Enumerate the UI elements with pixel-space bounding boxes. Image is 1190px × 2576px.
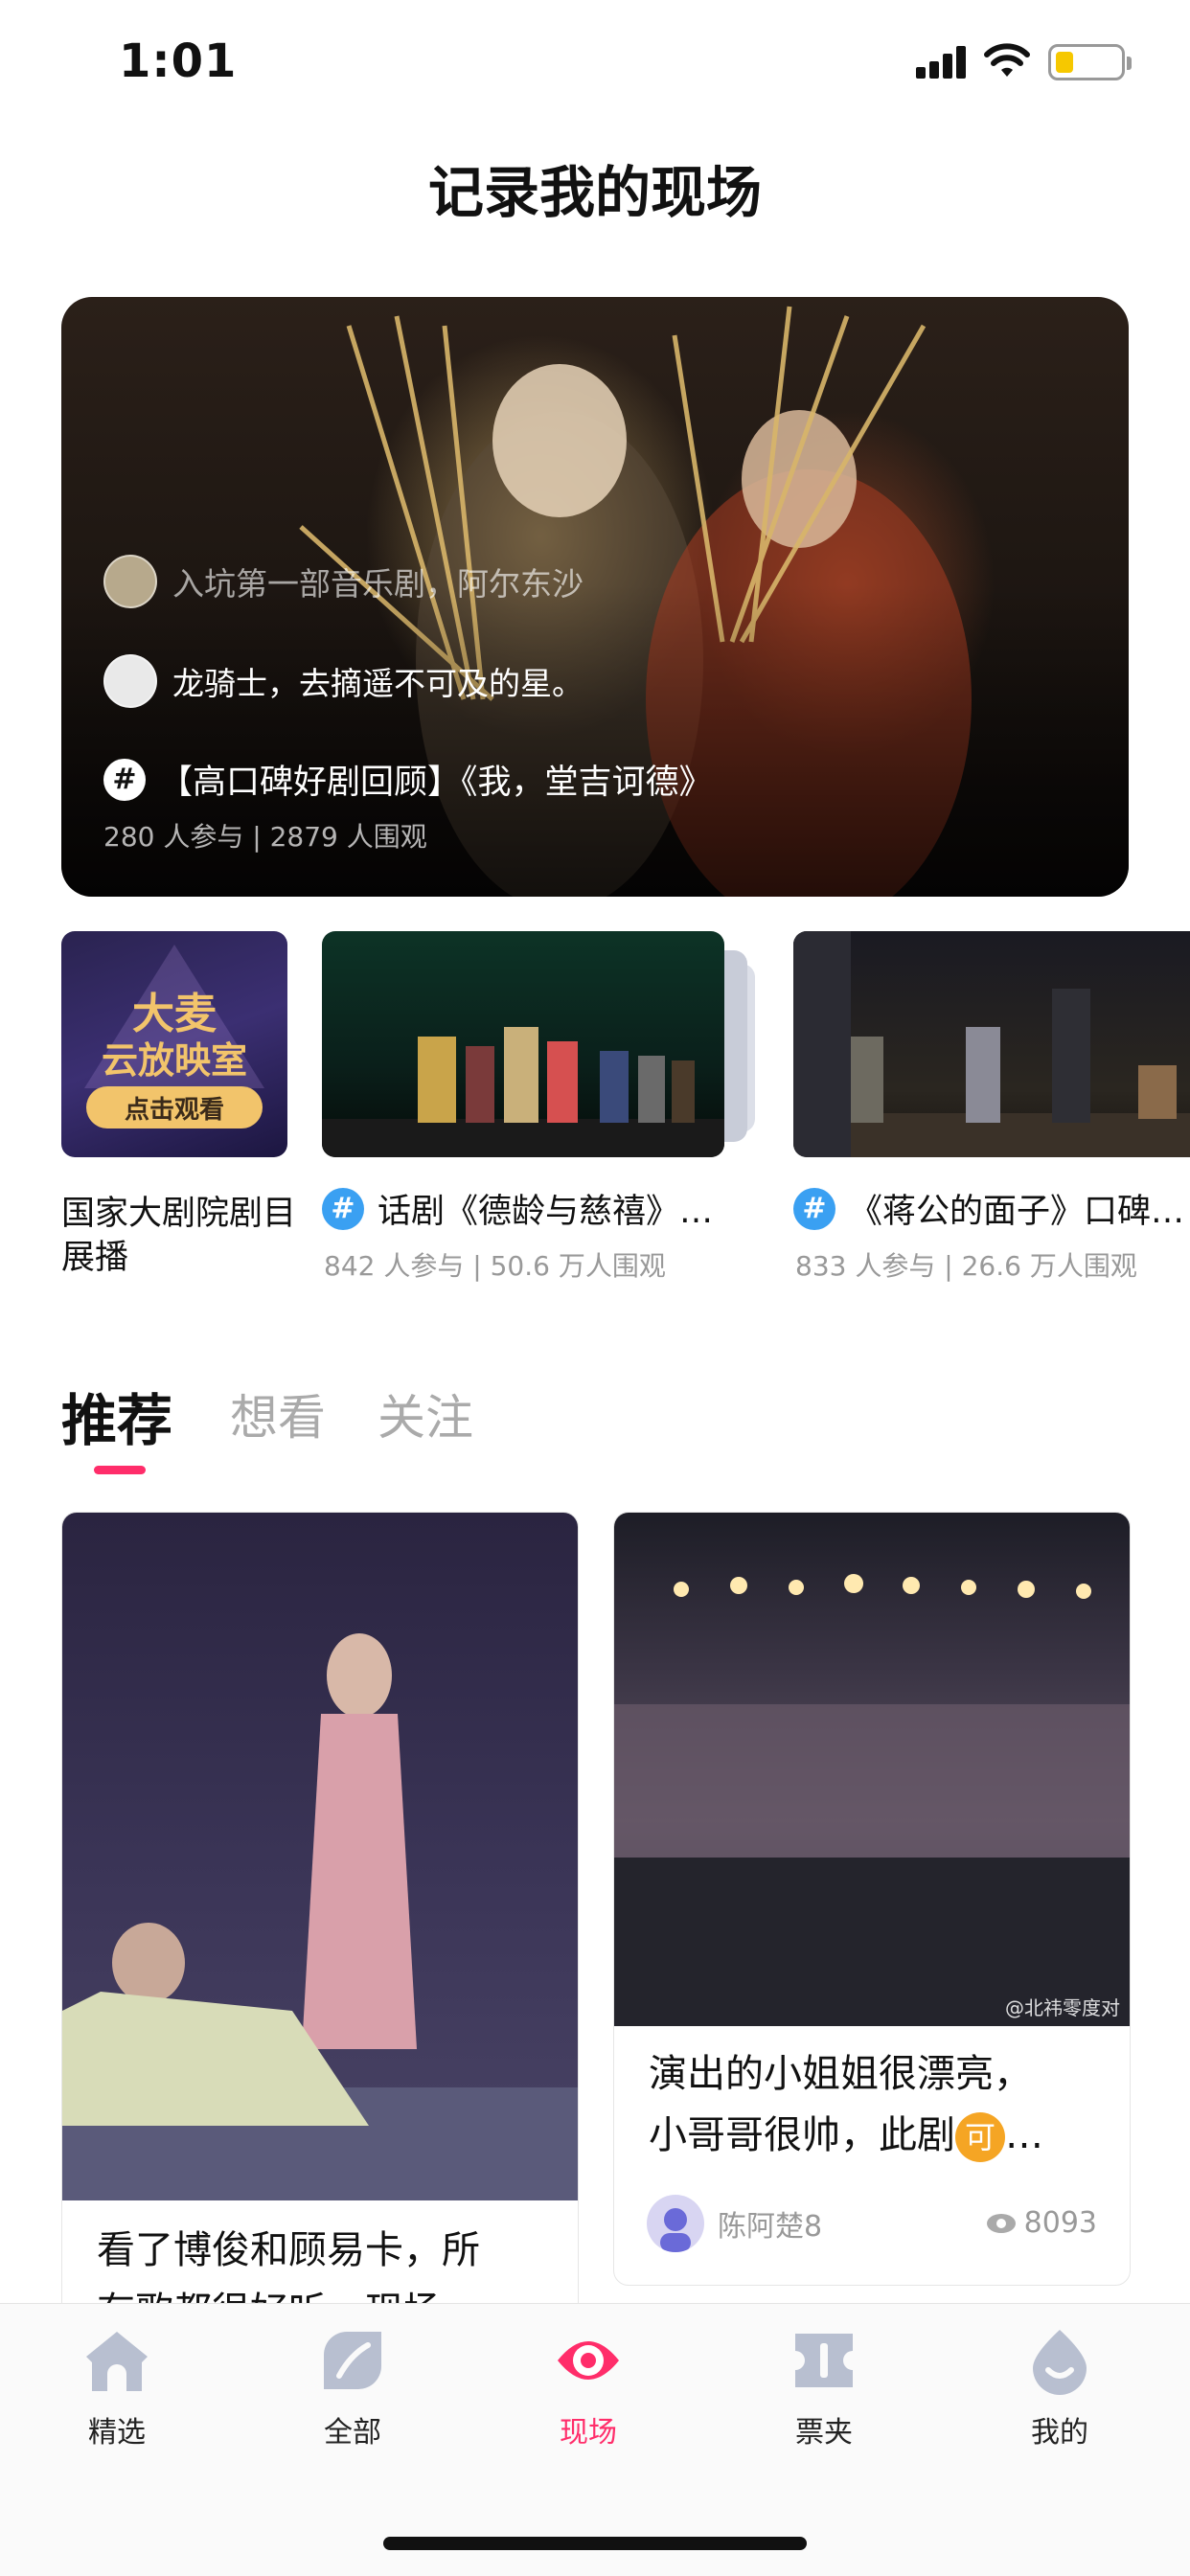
stage-scene-image: [793, 931, 1190, 1157]
user-avatar: [103, 654, 157, 708]
topic-item-stats: 833 人参与 | 26.6 万人围观: [795, 1250, 1137, 1282]
status-time: 1:01: [119, 34, 238, 88]
feed-card-text-line: 演出的小姐姐很漂亮，: [649, 2052, 1032, 2096]
feed-card-image: [62, 1513, 578, 2200]
hero-topic-text: 【高口碑好剧回顾】《我，堂吉诃德》: [159, 764, 713, 802]
topic-item-title[interactable]: # 话剧《德龄与慈禧》…: [322, 1184, 734, 1233]
nav-label: 我的: [1031, 2416, 1088, 2450]
page-title: 记录我的现场: [427, 160, 762, 225]
promo-title-line2: 云放映室: [101, 1039, 247, 1082]
hashtag-icon: #: [793, 1187, 835, 1230]
nav-item-all[interactable]: 全部: [276, 2326, 429, 2451]
image-watermark: @北祎零度对: [1005, 1996, 1120, 2019]
topic-image[interactable]: [322, 931, 724, 1157]
topic-title-text: 《蒋公的面子》口碑…: [849, 1193, 1185, 1231]
leaf-icon: [324, 2332, 381, 2389]
hashtag-icon: #: [103, 758, 146, 801]
hero-banner-card[interactable]: 入坑第一部音乐剧，阿尔东沙 龙骑士，去摘遥不可及的星。 # 【高口碑好剧回顾】《…: [61, 297, 1129, 897]
tab-want-to-see[interactable]: 想看: [230, 1379, 326, 1448]
nav-label: 票夹: [795, 2416, 853, 2450]
hero-feed-item: 龙骑士，去摘遥不可及的星。: [103, 653, 584, 709]
topic-image[interactable]: [793, 931, 1190, 1157]
cloud-screening-promo[interactable]: 大麦 云放映室 点击观看: [61, 931, 287, 1157]
live-eye-icon: [558, 2341, 619, 2380]
tab-recommend[interactable]: 推荐: [61, 1376, 172, 1456]
promo-label[interactable]: 国家大剧院剧目展播: [61, 1192, 301, 1280]
feed-card[interactable]: @北祎零度对 演出的小姐姐很漂亮， 小哥哥很帅，此剧可… 陈阿楚8 8093: [613, 1512, 1131, 2286]
nav-label: 现场: [560, 2416, 617, 2450]
feed-card-text-line: 看了博俊和顾易卡，所: [97, 2228, 480, 2272]
battery-icon: [1048, 44, 1132, 80]
hero-feed-item: 入坑第一部音乐剧，阿尔东沙: [103, 554, 584, 609]
active-tab-indicator: [94, 1466, 146, 1474]
nav-label: 全部: [324, 2416, 381, 2450]
topic-title-text: 话剧《德龄与慈禧》…: [378, 1193, 714, 1231]
author-name: 陈阿楚8: [718, 2210, 823, 2244]
wifi-icon: [984, 43, 1030, 77]
profile-drop-icon: [1033, 2330, 1087, 2395]
feed-card-author[interactable]: 陈阿楚8: [647, 2195, 822, 2252]
home-indicator: [383, 2537, 807, 2550]
nav-label: 精选: [88, 2416, 146, 2450]
tab-following[interactable]: 关注: [378, 1379, 473, 1448]
topic-item-stats: 842 人参与 | 50.6 万人围观: [324, 1250, 666, 1282]
home-icon: [86, 2332, 148, 2391]
hero-feed-text: 入坑第一部音乐剧，阿尔东沙: [172, 565, 584, 603]
feed-card-text: 演出的小姐姐很漂亮， 小哥哥很帅，此剧可…: [649, 2043, 1099, 2166]
feed-card-text-part: 小哥哥很帅，此剧: [649, 2113, 955, 2157]
feed-card-image: @北祎零度对: [614, 1513, 1130, 2026]
hashtag-icon: #: [322, 1187, 364, 1230]
nav-item-live[interactable]: 现场: [512, 2326, 665, 2451]
feed-card-ellipsis: …: [1005, 2113, 1043, 2157]
audience-photo-image: [614, 1574, 1130, 2026]
nav-item-mine[interactable]: 我的: [983, 2326, 1136, 2451]
hero-topic-stats: 280 人参与 | 2879 人围观: [103, 821, 427, 853]
nav-item-featured[interactable]: 精选: [40, 2326, 194, 2451]
ticket-icon: [795, 2334, 853, 2387]
stage-scene-image: [62, 1633, 578, 2200]
stage-scene-image: [322, 1027, 724, 1157]
promo-watch-button[interactable]: 点击观看: [86, 1086, 263, 1128]
hero-topic-title[interactable]: # 【高口碑好剧回顾】《我，堂吉诃德》: [103, 755, 713, 804]
feed-card[interactable]: 看了博俊和顾易卡，所 有歌都很好听，现场: [61, 1512, 579, 2376]
user-avatar: [647, 2195, 704, 2252]
feed-card-text-line: 小哥哥很帅，此剧可…: [649, 2105, 1099, 2166]
user-avatar: [103, 555, 157, 608]
nav-item-tickets[interactable]: 票夹: [747, 2326, 901, 2451]
hero-feed-text: 龙骑士，去摘遥不可及的星。: [172, 665, 584, 702]
cellular-signal-icon: [916, 46, 966, 79]
views-count: 8093: [1023, 2206, 1097, 2240]
eye-icon: [986, 2213, 1016, 2233]
rating-badge: 可: [955, 2112, 1005, 2162]
feed-card-views: 8093: [986, 2206, 1097, 2240]
topic-item-title[interactable]: # 《蒋公的面子》口碑…: [793, 1184, 1190, 1233]
